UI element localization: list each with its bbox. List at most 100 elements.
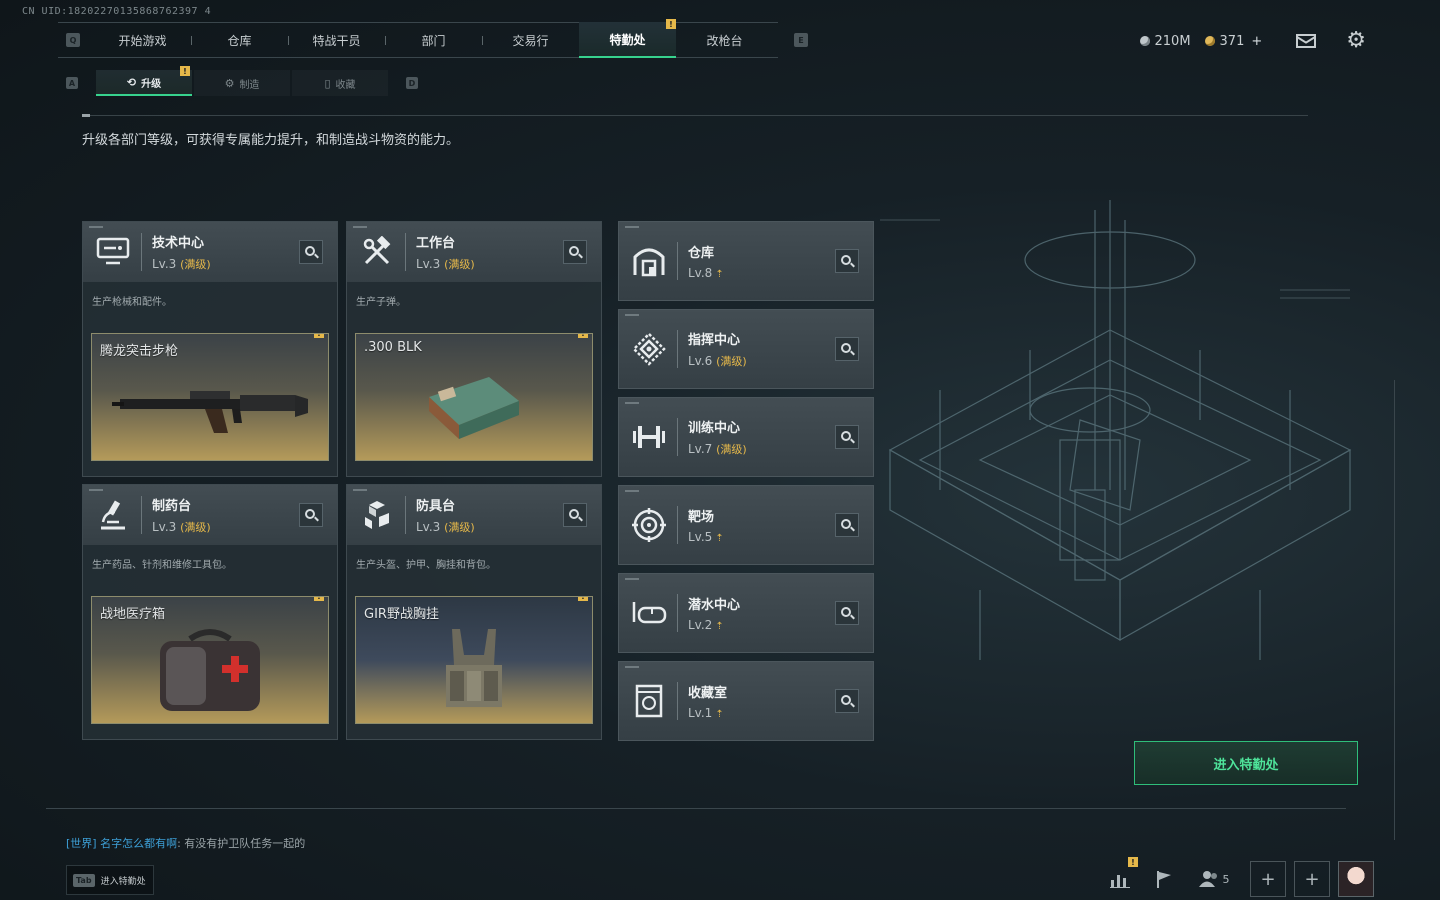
maxed-label: (满级): [180, 258, 211, 271]
mail-icon[interactable]: [1296, 34, 1317, 48]
divider: [82, 114, 1308, 117]
dumbbell-icon: [629, 417, 669, 457]
search-icon: [569, 509, 579, 519]
divider: [1394, 380, 1395, 840]
friends-icon: [1198, 871, 1217, 887]
chat-line[interactable]: [世界] 名字怎么都有啊: 有没有护卫队任务一起的: [66, 835, 305, 851]
hammer-wrench-icon: [357, 232, 397, 272]
dept-name: 工作台: [416, 236, 456, 251]
header-mark: [625, 402, 639, 404]
subtab-craft[interactable]: ⚙ 制造: [194, 70, 290, 96]
alert-badge: !: [578, 597, 588, 601]
flag-button[interactable]: [1142, 861, 1186, 897]
add-currency-icon[interactable]: +: [1251, 34, 1262, 49]
silver-coin-icon: [1139, 36, 1150, 46]
subtab-label: 制造: [239, 79, 260, 91]
product-slot[interactable]: GIR野战胸挂 !: [355, 596, 593, 724]
alert-badge: !: [180, 66, 190, 76]
dept-card-armor[interactable]: 防具台 Lv.3 (满级) 生产头盔、护甲、胸挂和背包。 GIR野战胸挂 !: [346, 484, 602, 740]
inspect-button[interactable]: [299, 503, 323, 527]
product-slot[interactable]: 战地医疗箱 !: [91, 596, 329, 724]
chat-message: : 有没有护卫队任务一起的: [177, 837, 306, 850]
bar-chart-icon: [1110, 875, 1130, 888]
separator: [677, 418, 678, 456]
top-navigation: Q 开始游戏 仓库 特战干员 部门 交易行 特勤处! 改枪台 E: [58, 19, 808, 58]
tab-label: 改枪台: [706, 33, 743, 48]
facility-collection-room[interactable]: 收藏室 Lv.1 ⇡: [618, 661, 874, 741]
add-teammate-slot[interactable]: +: [1294, 861, 1330, 897]
subtab-collection[interactable]: ▯ 收藏: [292, 70, 388, 96]
dept-description: 生产药品、针剂和维修工具包。: [92, 560, 232, 571]
header-mark: [625, 666, 639, 668]
facility-name: 收藏室: [688, 686, 728, 701]
search-icon: [841, 255, 851, 265]
chat-channel: [世界]: [66, 837, 97, 850]
dept-level: Lv.3 (满级): [152, 520, 211, 534]
facility-shooting-range[interactable]: 靶场 Lv.5 ⇡: [618, 485, 874, 565]
cubes-icon: [357, 495, 397, 535]
inspect-button[interactable]: [835, 425, 859, 449]
facility-command-center[interactable]: 指挥中心 Lv.6 (满级): [618, 309, 874, 389]
subtab-upgrade[interactable]: ⟲ 升级 !: [96, 66, 192, 96]
tab-trading[interactable]: 交易行: [482, 22, 579, 58]
tab-operators[interactable]: 特战干员: [288, 22, 385, 58]
facility-training-center[interactable]: 训练中心 Lv.7 (满级): [618, 397, 874, 477]
inspect-button[interactable]: [835, 601, 859, 625]
uid-label: CN UID:18202270135868762397 4: [22, 6, 212, 17]
facility-name: 训练中心: [688, 421, 741, 436]
alert-badge: !: [314, 334, 324, 338]
inspect-button[interactable]: [835, 513, 859, 537]
friends-button[interactable]: 5: [1186, 861, 1242, 897]
nav-right-key: E: [794, 33, 808, 47]
dept-card-workbench[interactable]: 工作台 Lv.3 (满级) 生产子弹。 .300 BLK !: [346, 221, 602, 477]
inspect-button[interactable]: [299, 240, 323, 264]
inspect-button[interactable]: [835, 249, 859, 273]
chat-sender[interactable]: 名字怎么都有啊: [100, 837, 177, 850]
inspect-button[interactable]: [835, 337, 859, 361]
tab-gunsmith[interactable]: 改枪台: [676, 22, 773, 58]
facility-diving-center[interactable]: 潜水中心 Lv.2 ⇡: [618, 573, 874, 653]
tab-shortcut-hint[interactable]: Tab 进入特勤处: [66, 865, 154, 895]
dept-description: 生产子弹。: [356, 297, 406, 308]
search-icon: [841, 519, 851, 529]
tab-start-game[interactable]: 开始游戏: [94, 22, 191, 58]
dept-card-tech-center[interactable]: 技术中心 Lv.3 (满级) 生产枪械和配件。 腾龙突击步枪 !: [82, 221, 338, 477]
currency-silver-value: 210M: [1154, 33, 1191, 49]
separator: [677, 682, 678, 720]
avatar[interactable]: [1338, 861, 1374, 897]
maxed-label: (满级): [444, 258, 475, 271]
gear-icon[interactable]: ⚙: [1346, 30, 1366, 52]
facility-name: 潜水中心: [688, 598, 741, 613]
facility-level: Lv.1 ⇡: [688, 706, 724, 720]
inspect-button[interactable]: [835, 689, 859, 713]
enter-special-ops-button[interactable]: 进入特勤处: [1134, 741, 1358, 785]
goggles-icon: [629, 593, 669, 633]
bottom-toolbar: ! 5 + +: [1098, 857, 1374, 897]
facility-level: Lv.8 ⇡: [688, 266, 724, 280]
tab-warehouse[interactable]: 仓库: [191, 22, 288, 58]
facility-level: Lv.2 ⇡: [688, 618, 724, 632]
add-teammate-slot[interactable]: +: [1250, 861, 1286, 897]
product-slot[interactable]: .300 BLK !: [355, 333, 593, 461]
stats-button[interactable]: !: [1098, 857, 1142, 897]
facility-level: Lv.6 (满级): [688, 354, 747, 368]
dept-card-pharmacy[interactable]: 制药台 Lv.3 (满级) 生产药品、针剂和维修工具包。 战地医疗箱 !: [82, 484, 338, 740]
tab-department[interactable]: 部门: [385, 22, 482, 58]
separator: [677, 330, 678, 368]
upgrade-arrow-icon: ⇡: [715, 533, 724, 544]
plus-icon: +: [1304, 868, 1320, 890]
inspect-button[interactable]: [563, 503, 587, 527]
tab-special-ops[interactable]: 特勤处!: [579, 19, 676, 58]
product-slot[interactable]: 腾龙突击步枪 !: [91, 333, 329, 461]
tab-label: 特战干员: [312, 33, 361, 48]
header-mark: [625, 226, 639, 228]
separator: [677, 594, 678, 632]
tab-key: Tab: [73, 873, 95, 887]
dept-description: 生产头盔、护甲、胸挂和背包。: [356, 560, 496, 571]
currency-silver[interactable]: 210M: [1139, 33, 1191, 49]
dept-card-header: 技术中心 Lv.3 (满级): [83, 222, 337, 282]
facility-name: 靶场: [688, 510, 715, 525]
inspect-button[interactable]: [563, 240, 587, 264]
currency-gold[interactable]: 371 +: [1204, 34, 1262, 49]
facility-warehouse[interactable]: 仓库 Lv.8 ⇡: [618, 221, 874, 301]
